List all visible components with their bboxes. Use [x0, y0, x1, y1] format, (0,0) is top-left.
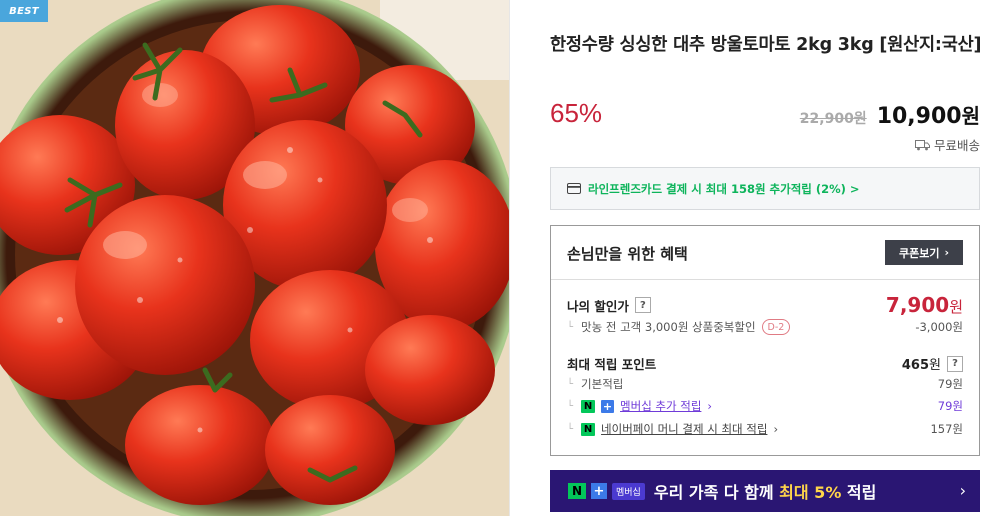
- discount-item-row: └ 맛농 전 고객 3,000원 상품중복할인 D-2 -3,000원: [567, 319, 963, 335]
- discount-item-value: -3,000원: [915, 320, 963, 334]
- price-row: 22,900원 10,900원: [800, 100, 980, 129]
- membership-tag: 멤버십: [612, 482, 645, 500]
- banner-highlight: 최대 5%: [779, 483, 842, 502]
- npay-points-value: 157원: [930, 422, 963, 436]
- chevron-right-icon: ›: [959, 481, 966, 500]
- banner-text: 우리 가족 다 함께 최대 5% 적립: [654, 479, 877, 503]
- membership-points-row: └ N + 멤버십 추가 적립 › 79원: [567, 398, 963, 414]
- tomato-bowl-illustration: [0, 0, 509, 516]
- my-price-unit: 원: [949, 298, 963, 316]
- chevron-right-icon: ›: [944, 246, 950, 259]
- benefit-title: 손님만을 위한 혜택: [567, 245, 688, 263]
- sale-price-unit: 원: [961, 104, 980, 128]
- discount-rate: 65%: [550, 98, 603, 128]
- plus-icon: +: [601, 399, 615, 413]
- max-points-label: 최대 적립 포인트: [567, 357, 657, 372]
- coupon-button-label: 쿠폰보기: [898, 246, 940, 260]
- naver-n-icon: N: [581, 399, 596, 413]
- discount-item-label: 맛농 전 고객 3,000원 상품중복할인: [581, 320, 756, 334]
- truck-icon: [914, 139, 930, 150]
- credit-card-icon: [567, 183, 581, 194]
- banner-text-after: 적립: [841, 483, 877, 502]
- my-price-row: 나의 할인가? 7,900원: [567, 293, 963, 317]
- card-promo-link[interactable]: 라인프렌즈카드 결제 시 최대 158원 추가적립 (2%) >: [550, 167, 980, 210]
- basic-points-label: 기본적립: [581, 377, 624, 391]
- divider: [551, 279, 979, 280]
- my-price-label: 나의 할인가: [567, 298, 629, 314]
- max-points-value: 465: [901, 358, 930, 373]
- membership-points-value: 79원: [937, 399, 963, 413]
- npay-link[interactable]: 네이버페이 머니 결제 시 최대 적립: [601, 421, 767, 437]
- naver-n-icon: N: [568, 483, 586, 499]
- sale-price-value: 10,900: [876, 104, 962, 129]
- branch-icon: └: [567, 378, 574, 390]
- branch-icon: └: [567, 400, 574, 412]
- my-price-value: 7,900: [885, 293, 950, 317]
- basic-points-value: 79원: [937, 377, 963, 391]
- branch-icon: └: [567, 423, 574, 435]
- card-promo-text: 라인프렌즈카드 결제 시 최대 158원 추가적립 (2%) >: [588, 181, 860, 196]
- naver-pay-icon: N: [581, 422, 596, 436]
- basic-points-row: └ 기본적립 79원: [567, 376, 963, 392]
- best-badge: BEST: [0, 0, 48, 22]
- membership-banner[interactable]: N + 멤버십 우리 가족 다 함께 최대 5% 적립 ›: [550, 470, 980, 512]
- question-icon[interactable]: ?: [947, 355, 963, 372]
- max-points-unit: 원: [929, 358, 941, 373]
- membership-link[interactable]: 멤버십 추가 적립: [620, 398, 701, 414]
- original-price: 22,900원: [799, 111, 867, 127]
- sale-price: 10,900원: [877, 100, 980, 129]
- max-points-amount: 465원: [902, 354, 941, 373]
- my-price: 7,900원: [886, 293, 963, 317]
- shipping-info: 무료배송: [914, 135, 980, 154]
- question-icon[interactable]: ?: [634, 297, 651, 313]
- product-image[interactable]: BEST: [0, 0, 510, 516]
- coupon-view-button[interactable]: 쿠폰보기 ›: [885, 240, 963, 265]
- branch-icon: └: [567, 321, 574, 333]
- d-day-badge: D-2: [761, 319, 791, 335]
- chevron-right-icon: ›: [773, 422, 779, 436]
- benefit-panel: 손님만을 위한 혜택 쿠폰보기 › 나의 할인가? 7,900원 └ 맛농 전 고객…: [550, 225, 980, 456]
- chevron-right-icon: ›: [707, 399, 713, 413]
- npay-points-row: └ N 네이버페이 머니 결제 시 최대 적립 › 157원: [567, 421, 963, 437]
- max-points-row: 최대 적립 포인트 465원?: [567, 354, 963, 373]
- product-title: 한정수량 싱싱한 대추 방울토마토 2kg 3kg [원산지:국산]: [550, 35, 982, 55]
- plus-icon: +: [591, 483, 607, 499]
- banner-text-before: 우리 가족 다 함께: [653, 483, 780, 502]
- shipping-label: 무료배송: [933, 138, 980, 153]
